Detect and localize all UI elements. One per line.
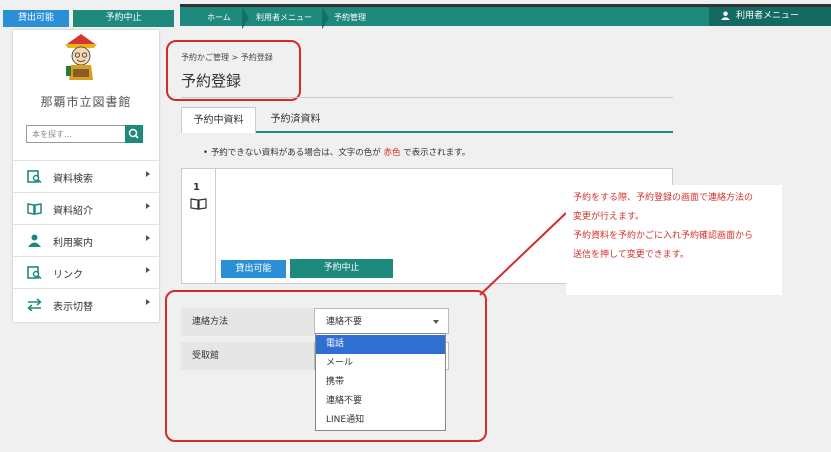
sidebar-item-label: 表示切替 bbox=[53, 302, 93, 313]
available-button[interactable]: 貸出可能 bbox=[3, 10, 69, 27]
sidebar-item-search[interactable]: 資料検索 bbox=[13, 160, 159, 192]
sidebar-item-introduction[interactable]: 資料紹介 bbox=[13, 192, 159, 224]
caret-right-icon bbox=[146, 235, 150, 241]
nav-crumb-home[interactable]: ホーム bbox=[207, 12, 231, 23]
caret-right-icon bbox=[146, 267, 150, 273]
sidebar-item-label: 資料紹介 bbox=[53, 206, 93, 217]
item-number: 1 bbox=[193, 182, 200, 193]
notice-text: • 予約できない資料がある場合は、文字の色が 赤色 で表示されます。 bbox=[203, 148, 471, 158]
callout-line: 送信を押して変更できます。 bbox=[573, 250, 689, 260]
sidebar-item-links[interactable]: リンク bbox=[13, 256, 159, 288]
sidebar-item-label: 資料検索 bbox=[53, 174, 93, 185]
tab-reserved-completed[interactable]: 予約済資料 bbox=[258, 107, 333, 133]
top-nav-bar: ホーム 利用者メニュー 予約管理 利用者メニュー bbox=[180, 4, 831, 29]
chevron-right-icon bbox=[242, 7, 249, 29]
callout-line: 変更が行えます。 bbox=[573, 212, 645, 222]
user-menu-label: 利用者メニュー bbox=[736, 11, 800, 21]
sidebar-item-display-toggle[interactable]: 表示切替 bbox=[13, 288, 159, 320]
item-available-button[interactable]: 貸出可能 bbox=[221, 260, 286, 278]
search-icon bbox=[128, 128, 139, 139]
tab-reserved-in-progress[interactable]: 予約中資料 bbox=[181, 107, 256, 133]
person-icon bbox=[28, 234, 41, 247]
caret-right-icon bbox=[146, 299, 150, 305]
sidebar: 那覇市立図書館 本を探す… 資料検索 資料紹介 利用案内 リンク 表示切替 bbox=[13, 30, 159, 322]
caret-right-icon bbox=[146, 171, 150, 177]
link-icon bbox=[27, 266, 42, 279]
open-book-icon bbox=[190, 198, 207, 210]
annotation-callout: 予約をする際、予約登録の画面で連絡方法の 変更が行えます。 予約資料を予約かごに… bbox=[566, 185, 782, 295]
library-name: 那覇市立図書館 bbox=[40, 95, 132, 109]
caret-right-icon bbox=[146, 203, 150, 209]
annotation-title-highlight bbox=[166, 40, 301, 101]
switch-arrows-icon bbox=[27, 298, 42, 311]
search-button[interactable] bbox=[125, 125, 143, 143]
nav-crumb-user-menu[interactable]: 利用者メニュー bbox=[256, 12, 312, 23]
open-book-icon bbox=[27, 203, 42, 215]
notice-prefix: 予約できない資料がある場合は、文字の色が bbox=[210, 148, 381, 158]
cancel-reservation-button[interactable]: 予約中止 bbox=[73, 10, 174, 27]
notice-suffix: で表示されます。 bbox=[403, 148, 471, 158]
search-input[interactable]: 本を探す… bbox=[26, 125, 130, 143]
notice-red-word: 赤色 bbox=[383, 148, 401, 158]
annotation-connector-line bbox=[479, 212, 567, 296]
sidebar-item-guide[interactable]: 利用案内 bbox=[13, 224, 159, 256]
divider bbox=[181, 97, 673, 98]
search-book-icon bbox=[27, 170, 42, 183]
annotation-form-highlight bbox=[165, 290, 487, 442]
user-menu-button[interactable]: 利用者メニュー bbox=[709, 7, 831, 26]
item-cancel-button[interactable]: 予約中止 bbox=[290, 259, 393, 278]
callout-line: 予約資料を予約かごに入れ予約確認画面から bbox=[573, 231, 754, 241]
library-mascot-logo bbox=[65, 34, 97, 80]
sidebar-item-label: 利用案内 bbox=[53, 238, 93, 249]
sidebar-item-label: リンク bbox=[53, 270, 83, 281]
user-icon bbox=[721, 11, 730, 20]
chevron-right-icon bbox=[322, 7, 329, 29]
nav-crumb-reservations[interactable]: 予約管理 bbox=[334, 12, 366, 23]
callout-line: 予約をする際、予約登録の画面で連絡方法の bbox=[573, 193, 754, 203]
